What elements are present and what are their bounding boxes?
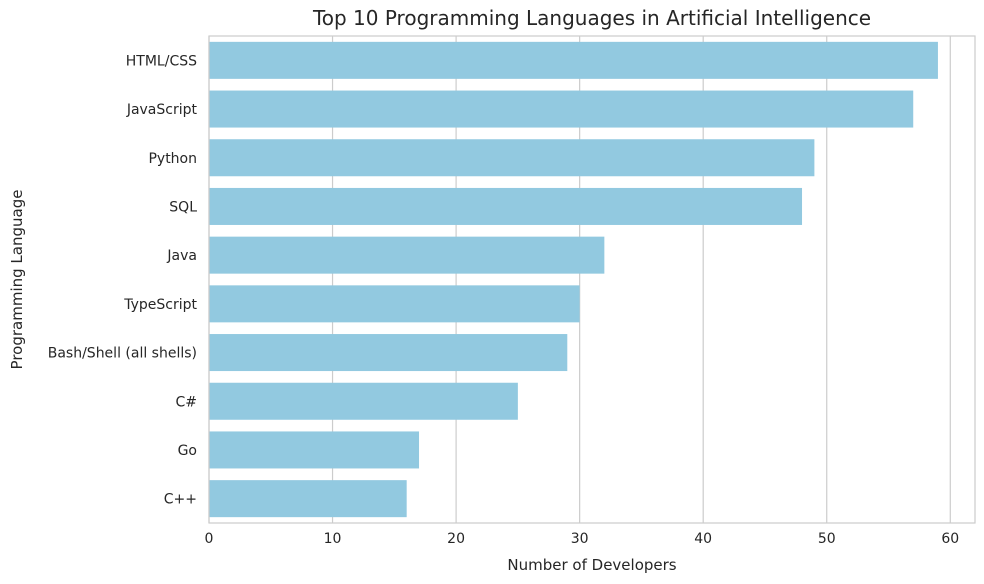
y-tick-label: JavaScript <box>126 102 198 118</box>
y-tick-label: C# <box>175 394 197 410</box>
x-tick-label: 30 <box>571 531 589 547</box>
bar <box>209 285 580 323</box>
x-tick-label: 20 <box>447 531 465 547</box>
x-tick-label: 0 <box>205 531 214 547</box>
bar <box>209 236 605 274</box>
chart-title: Top 10 Programming Languages in Artifici… <box>312 6 871 30</box>
bar <box>209 431 420 469</box>
y-axis-label: Programming Language <box>8 190 26 370</box>
bar <box>209 382 518 420</box>
bar <box>209 334 568 372</box>
bar <box>209 90 914 128</box>
y-tick-label: Go <box>178 443 197 459</box>
bar-chart: Top 10 Programming Languages in Artifici… <box>8 6 976 574</box>
bar <box>209 139 815 177</box>
y-tick-labels: HTML/CSS JavaScript Python SQL Java TypeScrip… <box>48 53 198 507</box>
x-tick-label: 50 <box>818 531 836 547</box>
bar <box>209 41 938 79</box>
bar <box>209 187 803 225</box>
y-tick-label: SQL <box>169 199 197 215</box>
x-axis-label: Number of Developers <box>507 556 676 574</box>
x-tick-label: 40 <box>694 531 712 547</box>
y-tick-label: HTML/CSS <box>126 53 197 69</box>
bar <box>209 480 407 518</box>
y-tick-label: TypeScript <box>123 297 197 313</box>
y-tick-label: C++ <box>164 492 197 508</box>
x-tick-labels: 0 10 20 30 40 50 60 <box>205 531 960 547</box>
x-tick-label: 10 <box>324 531 342 547</box>
bars <box>209 41 938 518</box>
y-tick-label: Python <box>148 151 197 167</box>
y-tick-label: Java <box>166 248 197 264</box>
y-tick-label: Bash/Shell (all shells) <box>48 346 197 362</box>
x-tick-label: 60 <box>941 531 959 547</box>
